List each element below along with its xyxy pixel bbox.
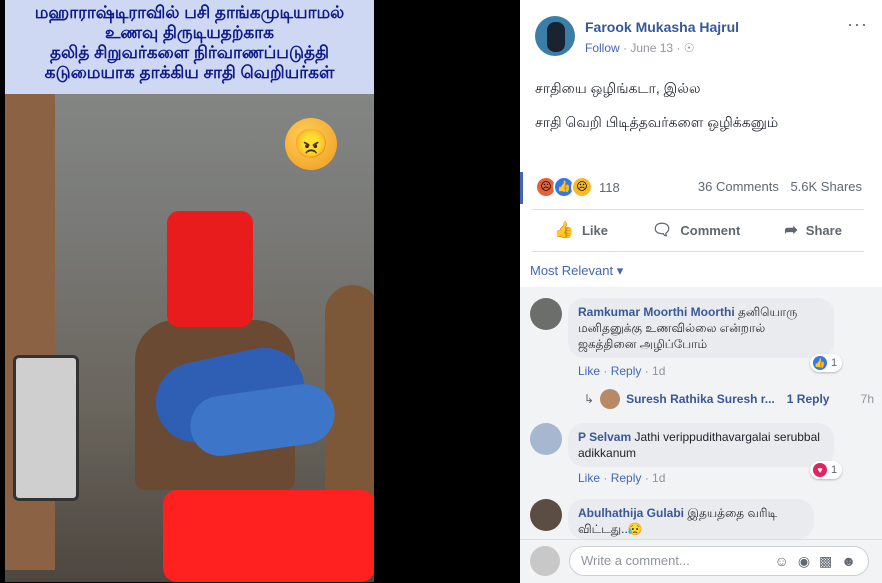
post-text: சாதியை ஒழிங்கடா, இல்ல சாதி வெறி பிடித்தவ… <box>535 78 778 146</box>
comment-input-placeholder: Write a comment... <box>581 553 690 568</box>
love-reaction-icon: ♥ <box>813 463 827 477</box>
post-meta: Follow · June 13 · ☉ <box>585 41 695 55</box>
divider-bottom <box>532 251 864 252</box>
shares-count-link[interactable]: 5.6K Shares <box>790 179 862 194</box>
comment-input[interactable]: Write a comment... ☺ ◉ ▩ ☻ <box>569 546 869 576</box>
post-photo[interactable]: 😠 மஹாராஷ்டிராவில் பசி தாங்கமுடியாமல் உணவ… <box>5 0 374 582</box>
comment-time[interactable]: 1d <box>652 364 665 378</box>
sticker-icon[interactable]: ☻ <box>841 547 856 575</box>
comment-reaction-count: 1 <box>831 464 838 476</box>
reaction-highlight-bar <box>520 172 523 204</box>
comment-composer: Write a comment... ☺ ◉ ▩ ☻ <box>520 539 882 583</box>
commenter-name[interactable]: Ramkumar Moorthi Moorthi <box>578 305 735 319</box>
post-text-line-2: சாதி வெறி பிடித்தவர்களை ஒழிக்கனும் <box>535 114 779 130</box>
commenter-avatar[interactable] <box>530 499 562 531</box>
reply-thread-row[interactable]: ↳ Suresh Rathika Suresh r... 1 Reply 7h <box>584 389 874 409</box>
comment-bubble: Ramkumar Moorthi Moorthi தனியொரு மனிதனுக… <box>568 298 834 358</box>
comment-label: Comment <box>680 222 741 238</box>
post-side-panel: Farook Mukasha Hajrul Follow · June 13 ·… <box>520 0 882 583</box>
post-date[interactable]: June 13 <box>630 41 673 55</box>
author-name[interactable]: Farook Mukasha Hajrul <box>585 19 739 35</box>
sad-reaction-icon: ☹ <box>571 176 593 198</box>
photo-area: 😠 மஹாராஷ்டிராவில் பசி தாங்கமுடியாமல் உணவ… <box>0 0 520 582</box>
reaction-count: 118 <box>599 179 620 195</box>
commenter-name[interactable]: Abulhathija Gulabi <box>578 506 684 520</box>
reply-arrow-icon: ↳ <box>584 392 595 406</box>
meta-dot: · <box>623 41 628 55</box>
sort-dropdown[interactable]: Most Relevant ▾ <box>530 263 623 279</box>
share-label: Share <box>805 222 842 238</box>
composer-icons: ☺ ◉ ▩ ☻ <box>775 547 856 575</box>
thumbs-up-icon: 👍 <box>554 222 574 239</box>
reply-time: 7h <box>860 392 874 406</box>
comment-bubble: P Selvam Jathi verippudithavargalai seru… <box>568 423 834 467</box>
share-button[interactable]: ➦ Share <box>784 220 842 240</box>
post-actions: 👍 Like 🗨 Comment ➦ Share <box>532 215 864 245</box>
comment-reply-link[interactable]: Reply <box>611 471 642 485</box>
like-reaction-icon: 👍 <box>813 356 827 370</box>
like-label: Like <box>581 222 608 238</box>
share-arrow-icon: ➦ <box>784 222 798 239</box>
comment-bubble: Abulhathija Gulabi இதயத்தை வரிடி விட்டது… <box>568 499 814 539</box>
commenter-name[interactable]: P Selvam <box>578 430 631 444</box>
post-text-line-1: சாதியை ஒழிங்கடா, இல்ல <box>535 80 701 96</box>
more-options-icon[interactable]: ··· <box>847 14 868 35</box>
post-stats: 36 Comments 5.6K Shares <box>690 179 862 194</box>
angry-emoji-icon: 😠 <box>285 118 337 170</box>
censor-box-lower <box>163 490 374 582</box>
caption-line-1: மஹாராஷ்டிராவில் பசி தாங்கமுடியாமல் <box>34 3 345 22</box>
comment-meta: Like · Reply · 1d <box>578 364 666 378</box>
caption-line-4: கடுமையாக தாக்கிய சாதி வெறியர்கள் <box>44 63 335 82</box>
comment-button[interactable]: 🗨 Comment <box>652 220 740 240</box>
comment-like-link[interactable]: Like <box>578 364 600 378</box>
reaction-summary[interactable]: ☹ 👍 ☹ 118 <box>535 176 620 198</box>
caption-line-3: தலித் சிறுவர்களை நிர்வாணப்படுத்தி <box>49 43 330 62</box>
follow-link[interactable]: Follow <box>585 41 620 55</box>
gif-icon[interactable]: ▩ <box>819 547 832 575</box>
comment-bubble-icon: 🗨 <box>652 222 673 239</box>
meta-dot-2: · <box>676 41 681 55</box>
commenter-avatar[interactable] <box>530 298 562 330</box>
comments-count-link[interactable]: 36 Comments <box>698 179 779 194</box>
reply-count[interactable]: 1 Reply <box>787 392 830 406</box>
comment-reaction[interactable]: ♥ 1 <box>810 461 843 479</box>
replier-avatar <box>600 389 621 409</box>
censor-box-face <box>167 211 253 327</box>
commenter-avatar[interactable] <box>530 423 562 455</box>
like-button[interactable]: 👍 Like <box>554 220 608 240</box>
my-avatar <box>530 546 560 576</box>
comment-meta: Like · Reply · 1d <box>578 471 666 485</box>
divider-top <box>532 209 864 210</box>
emoji-icon[interactable]: ☺ <box>775 547 789 575</box>
comment-reaction-count: 1 <box>831 357 838 369</box>
comment-reply-link[interactable]: Reply <box>611 364 642 378</box>
caption-line-2: உணவு திருடியதற்காக <box>104 23 275 42</box>
comment-time[interactable]: 1d <box>652 471 665 485</box>
comment-like-link[interactable]: Like <box>578 471 600 485</box>
photo-phone <box>13 355 79 501</box>
replier-name[interactable]: Suresh Rathika Suresh r... <box>626 392 775 406</box>
comment-reaction[interactable]: 👍 1 <box>810 354 843 372</box>
globe-icon: ☉ <box>683 41 695 55</box>
author-avatar[interactable] <box>535 16 575 56</box>
camera-icon[interactable]: ◉ <box>798 547 810 575</box>
photo-caption: மஹாராஷ்டிராவில் பசி தாங்கமுடியாமல் உணவு … <box>5 0 374 94</box>
